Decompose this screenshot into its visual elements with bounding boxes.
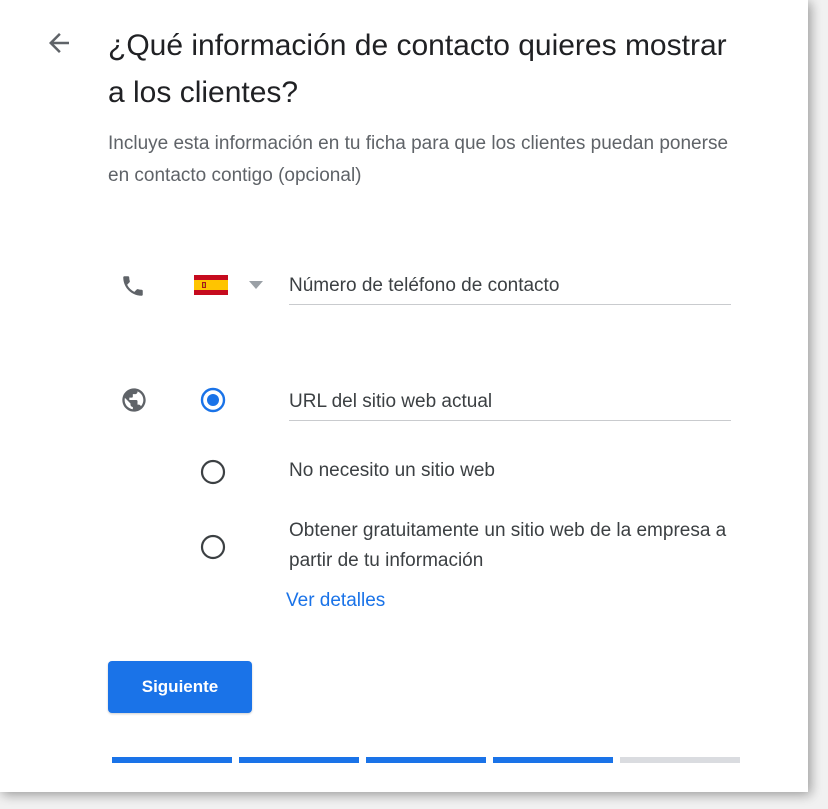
- progress-segment: [239, 757, 359, 763]
- radio-no-website[interactable]: [199, 458, 227, 486]
- see-details-link[interactable]: Ver detalles: [286, 586, 385, 616]
- option-free-website-label: Obtener gratuitamente un sitio web de la…: [289, 520, 727, 571]
- progress-segment: [366, 757, 486, 763]
- progress-bar: [112, 757, 740, 763]
- website-url-input[interactable]: [289, 384, 731, 421]
- progress-segment: [493, 757, 613, 763]
- country-code-select[interactable]: [194, 275, 274, 297]
- radio-free-website[interactable]: [199, 533, 227, 561]
- option-no-website-label: No necesito un sitio web: [289, 460, 495, 481]
- phone-number-input[interactable]: [289, 268, 731, 305]
- progress-segment: [112, 757, 232, 763]
- radio-current-website[interactable]: [199, 386, 227, 414]
- globe-icon: [120, 386, 148, 414]
- phone-icon: [120, 273, 146, 299]
- page-subtitle: Incluye esta información en tu ficha par…: [108, 133, 729, 186]
- spain-flag-icon: [194, 275, 228, 295]
- back-arrow-button[interactable]: [44, 28, 74, 58]
- caret-down-icon: [249, 281, 263, 289]
- progress-segment: [620, 757, 740, 763]
- next-button[interactable]: Siguiente: [108, 661, 252, 713]
- contact-info-card: ¿Qué información de contacto quieres mos…: [0, 0, 808, 792]
- page-title: ¿Qué información de contacto quieres mos…: [108, 29, 727, 109]
- back-arrow-icon: [49, 33, 69, 53]
